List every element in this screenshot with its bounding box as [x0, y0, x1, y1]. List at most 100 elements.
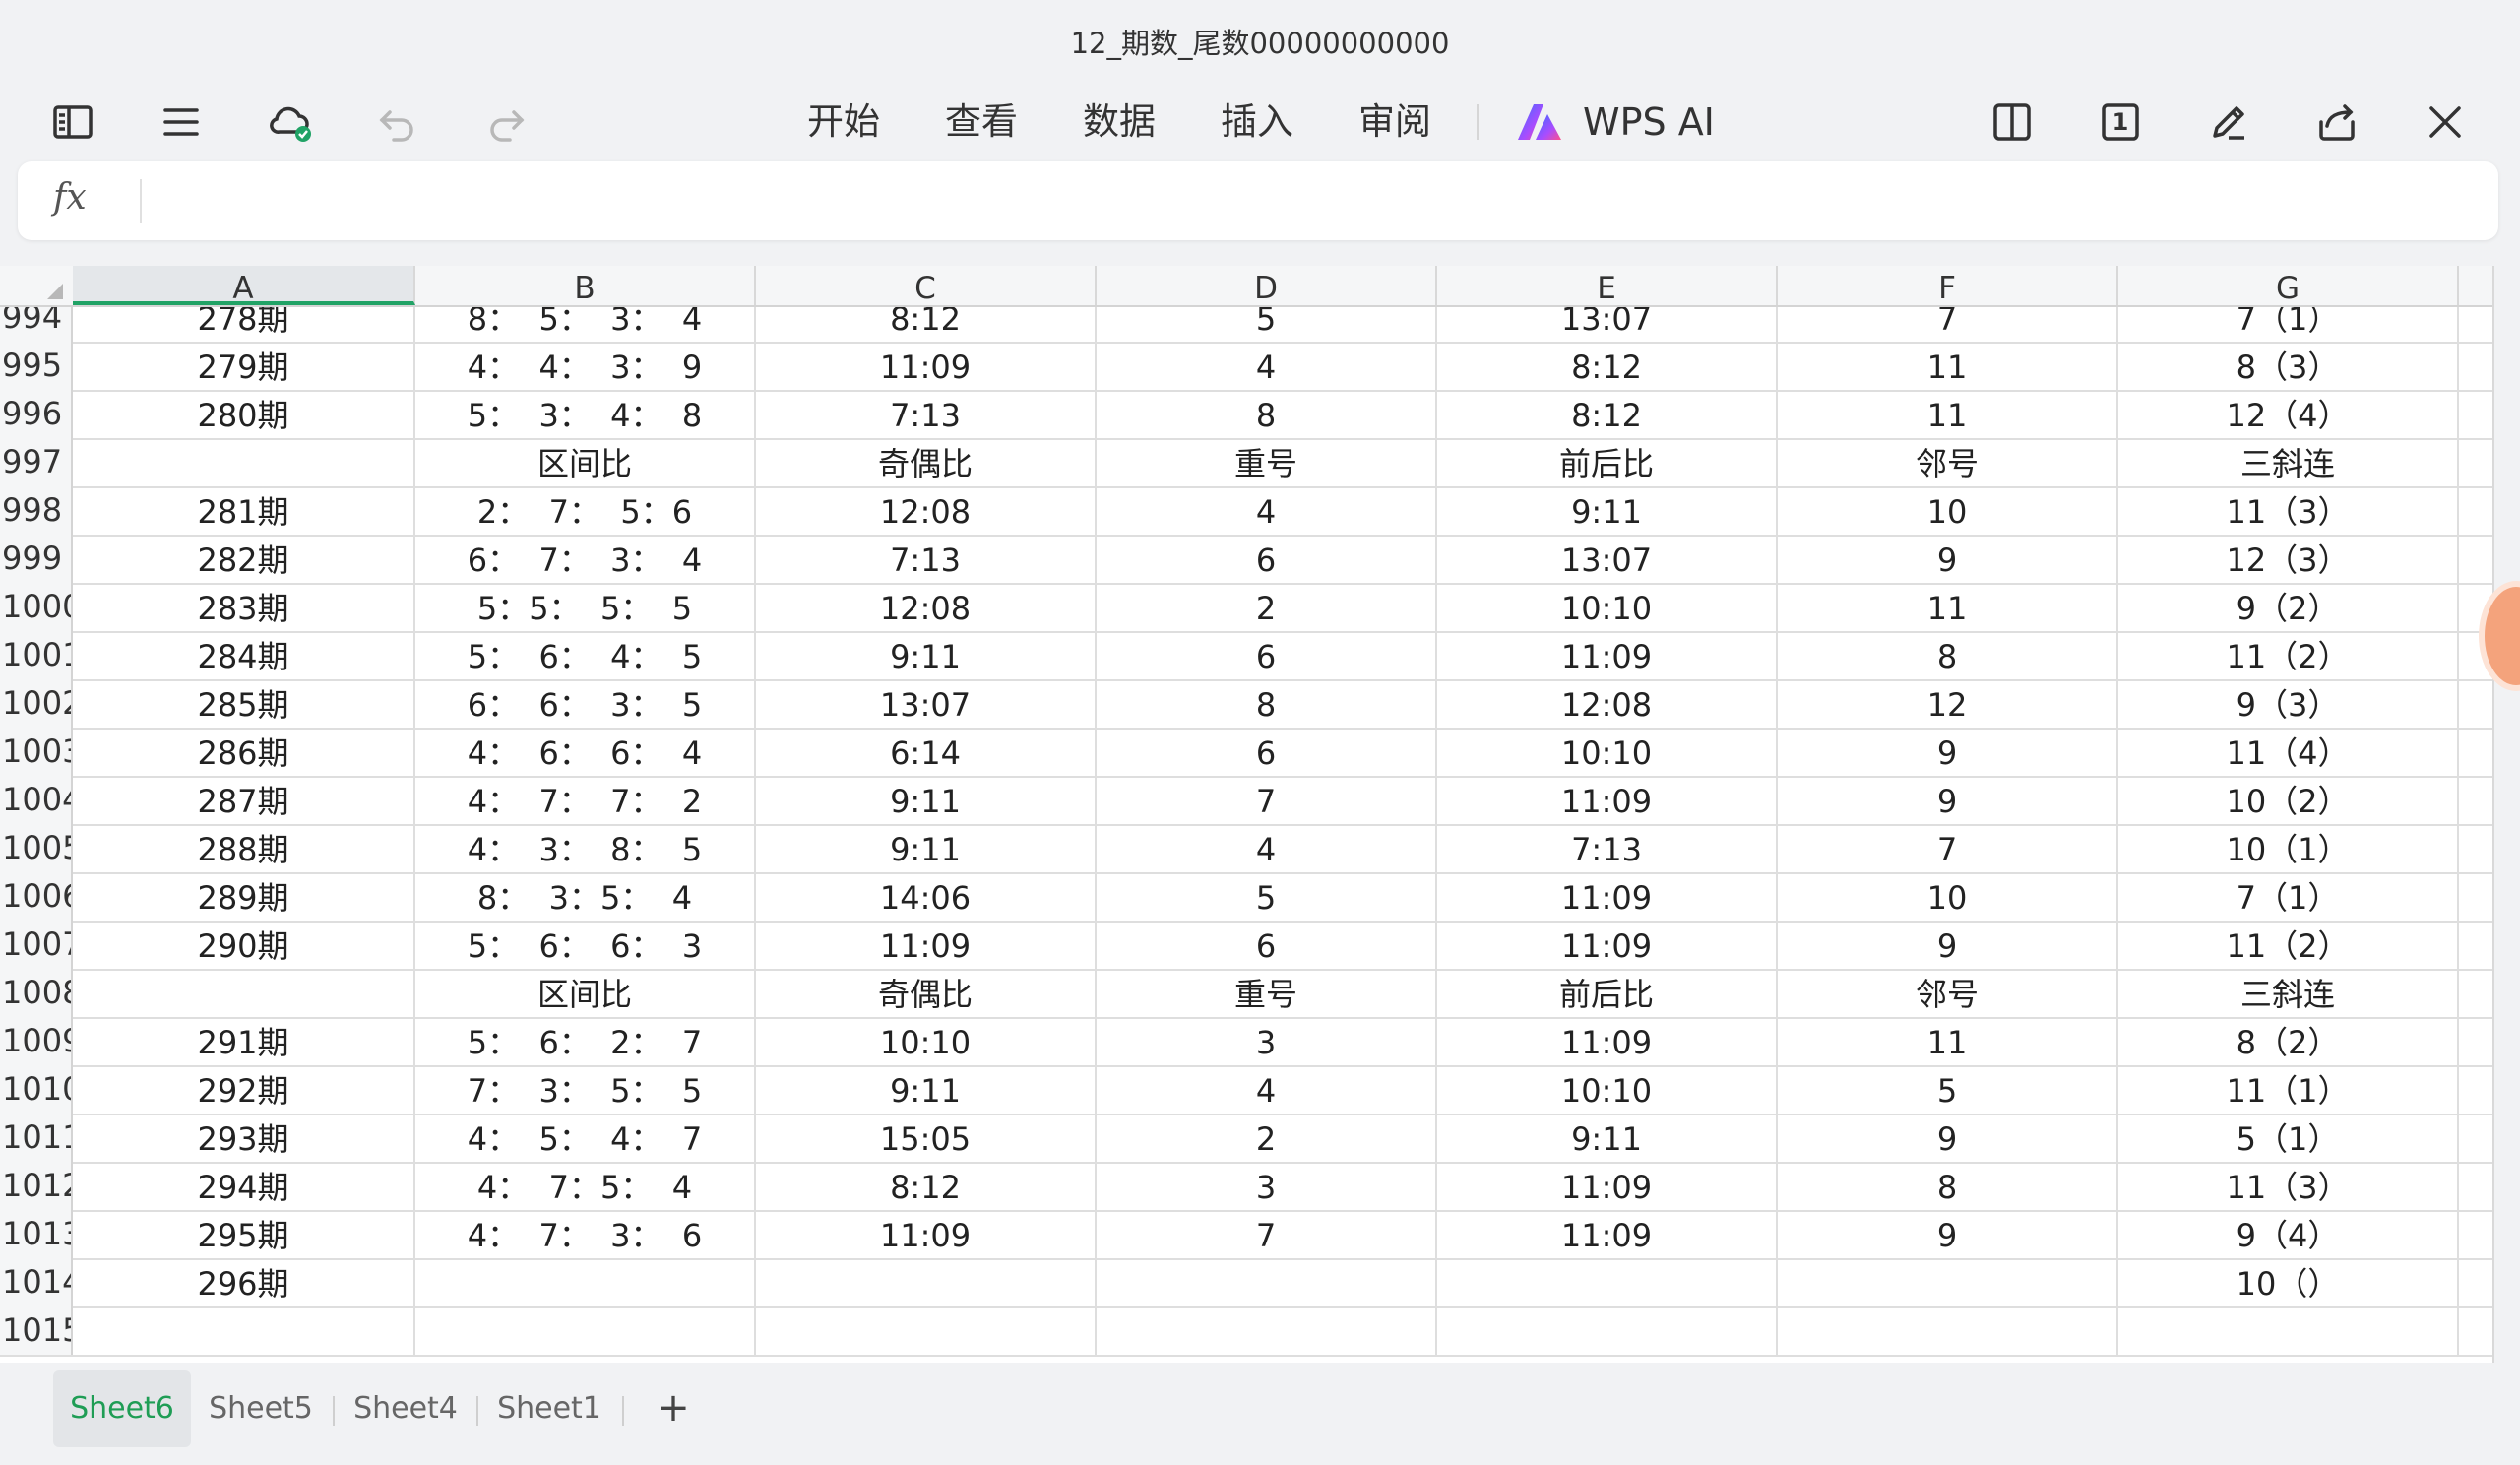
cell-f1007[interactable]: 9: [1778, 921, 2118, 969]
cell-a1015[interactable]: [73, 1306, 415, 1355]
sheet-tab-sheet1[interactable]: Sheet1: [484, 1370, 614, 1447]
cell-e999[interactable]: 13:07: [1437, 535, 1778, 583]
cell-c998[interactable]: 12:08: [756, 486, 1097, 535]
cell-g1002[interactable]: 9（3）: [2118, 679, 2459, 728]
cell-c1012[interactable]: 8:12: [756, 1162, 1097, 1210]
cell-e996[interactable]: 8:12: [1437, 390, 1778, 438]
cell-b995[interactable]: 4： 4： 3： 9: [415, 342, 756, 390]
cell-a1007[interactable]: 290期: [73, 921, 415, 969]
cell-c995[interactable]: 11:09: [756, 342, 1097, 390]
cell-d1010[interactable]: 4: [1097, 1065, 1437, 1114]
cell-c1008[interactable]: 奇偶比: [756, 969, 1097, 1017]
share-icon[interactable]: [2309, 95, 2364, 150]
row-header[interactable]: 1006: [0, 872, 73, 921]
cell-c1000[interactable]: 12:08: [756, 583, 1097, 631]
row-header[interactable]: 1011: [0, 1114, 73, 1162]
cell-g996[interactable]: 12（4）: [2118, 390, 2459, 438]
cell-f1010[interactable]: 5: [1778, 1065, 2118, 1114]
cell-a999[interactable]: 282期: [73, 535, 415, 583]
cell-a1002[interactable]: 285期: [73, 679, 415, 728]
edit-pen-icon[interactable]: [2201, 95, 2256, 150]
cell-f998[interactable]: 10: [1778, 486, 2118, 535]
cell-d1011[interactable]: 2: [1097, 1114, 1437, 1162]
cell-f1008[interactable]: 邻号: [1778, 969, 2118, 1017]
row-header[interactable]: 999: [0, 535, 73, 583]
column-header-f[interactable]: F: [1778, 266, 2118, 306]
row-header[interactable]: 1003: [0, 728, 73, 776]
cell-g1014[interactable]: 10（）: [2118, 1258, 2459, 1306]
cell-b997[interactable]: 区间比: [415, 438, 756, 486]
cell-b1009[interactable]: 5： 6： 2： 7: [415, 1017, 756, 1065]
menu-icon[interactable]: [154, 95, 209, 150]
cell-g1009[interactable]: 8（2）: [2118, 1017, 2459, 1065]
split-view-icon[interactable]: [1984, 95, 2040, 150]
cell-e1009[interactable]: 11:09: [1437, 1017, 1778, 1065]
sheet-tab-sheet6[interactable]: Sheet6: [53, 1370, 191, 1447]
row-header[interactable]: 1002: [0, 679, 73, 728]
cell-c996[interactable]: 7:13: [756, 390, 1097, 438]
cell-d998[interactable]: 4: [1097, 486, 1437, 535]
cell-e1013[interactable]: 11:09: [1437, 1210, 1778, 1258]
cell-g1007[interactable]: 11（2）: [2118, 921, 2459, 969]
cell-f1011[interactable]: 9: [1778, 1114, 2118, 1162]
cell-d995[interactable]: 4: [1097, 342, 1437, 390]
cell-d1009[interactable]: 3: [1097, 1017, 1437, 1065]
cell-c1010[interactable]: 9:11: [756, 1065, 1097, 1114]
cell-a996[interactable]: 280期: [73, 390, 415, 438]
cell-b996[interactable]: 5： 3： 4： 8: [415, 390, 756, 438]
menu-home[interactable]: 开始: [807, 96, 880, 148]
cell-d1013[interactable]: 7: [1097, 1210, 1437, 1258]
cell-a1009[interactable]: 291期: [73, 1017, 415, 1065]
cell-e1002[interactable]: 12:08: [1437, 679, 1778, 728]
cell-g995[interactable]: 8（3）: [2118, 342, 2459, 390]
cell-f1014[interactable]: [1778, 1258, 2118, 1306]
cell-b1007[interactable]: 5： 6： 6： 3: [415, 921, 756, 969]
cell-c1003[interactable]: 6:14: [756, 728, 1097, 776]
cell-c999[interactable]: 7:13: [756, 535, 1097, 583]
wps-ai-button[interactable]: WPS AI: [1514, 95, 1715, 150]
cell-b1002[interactable]: 6： 6： 3： 5: [415, 679, 756, 728]
cell-c1006[interactable]: 14:06: [756, 872, 1097, 921]
cell-f1000[interactable]: 11: [1778, 583, 2118, 631]
spreadsheet-grid[interactable]: 994 278期 8： 5： 3： 4 8:12 5 13:07 7 7（1） 995 279期 4…: [0, 266, 2494, 1363]
row-header[interactable]: 1005: [0, 824, 73, 872]
page-count-icon[interactable]: 1: [2093, 95, 2148, 150]
sidebar-toggle-icon[interactable]: [45, 95, 100, 150]
cell-a1013[interactable]: 295期: [73, 1210, 415, 1258]
cell-c1015[interactable]: [756, 1306, 1097, 1355]
cell-f1004[interactable]: 9: [1778, 776, 2118, 824]
cell-a1000[interactable]: 283期: [73, 583, 415, 631]
cell-c1013[interactable]: 11:09: [756, 1210, 1097, 1258]
cell-f1013[interactable]: 9: [1778, 1210, 2118, 1258]
row-header[interactable]: 1004: [0, 776, 73, 824]
cell-d1002[interactable]: 8: [1097, 679, 1437, 728]
column-header-g[interactable]: G: [2118, 266, 2459, 306]
cell-e995[interactable]: 8:12: [1437, 342, 1778, 390]
cell-d997[interactable]: 重号: [1097, 438, 1437, 486]
row-header[interactable]: 1012: [0, 1162, 73, 1210]
cell-g998[interactable]: 11（3）: [2118, 486, 2459, 535]
cell-f1012[interactable]: 8: [1778, 1162, 2118, 1210]
cell-e1004[interactable]: 11:09: [1437, 776, 1778, 824]
row-header[interactable]: 1008: [0, 969, 73, 1017]
cell-g1008[interactable]: 三斜连: [2118, 969, 2459, 1017]
cell-g1000[interactable]: 9（2）: [2118, 583, 2459, 631]
column-header-c[interactable]: C: [756, 266, 1097, 306]
cell-c1011[interactable]: 15:05: [756, 1114, 1097, 1162]
row-header[interactable]: 1013: [0, 1210, 73, 1258]
cell-d1005[interactable]: 4: [1097, 824, 1437, 872]
cell-c1004[interactable]: 9:11: [756, 776, 1097, 824]
cell-e1015[interactable]: [1437, 1306, 1778, 1355]
row-header[interactable]: 997: [0, 438, 73, 486]
close-icon[interactable]: [2418, 95, 2473, 150]
cell-g999[interactable]: 12（3）: [2118, 535, 2459, 583]
cell-b1001[interactable]: 5： 6： 4： 5: [415, 631, 756, 679]
cell-g1015[interactable]: [2118, 1306, 2459, 1355]
row-header[interactable]: 1000: [0, 583, 73, 631]
cell-g1006[interactable]: 7（1）: [2118, 872, 2459, 921]
row-header[interactable]: 1014: [0, 1258, 73, 1306]
cell-d1003[interactable]: 6: [1097, 728, 1437, 776]
cell-e1010[interactable]: 10:10: [1437, 1065, 1778, 1114]
undo-icon[interactable]: [370, 95, 425, 150]
cell-b998[interactable]: 2： 7： 5：6: [415, 486, 756, 535]
